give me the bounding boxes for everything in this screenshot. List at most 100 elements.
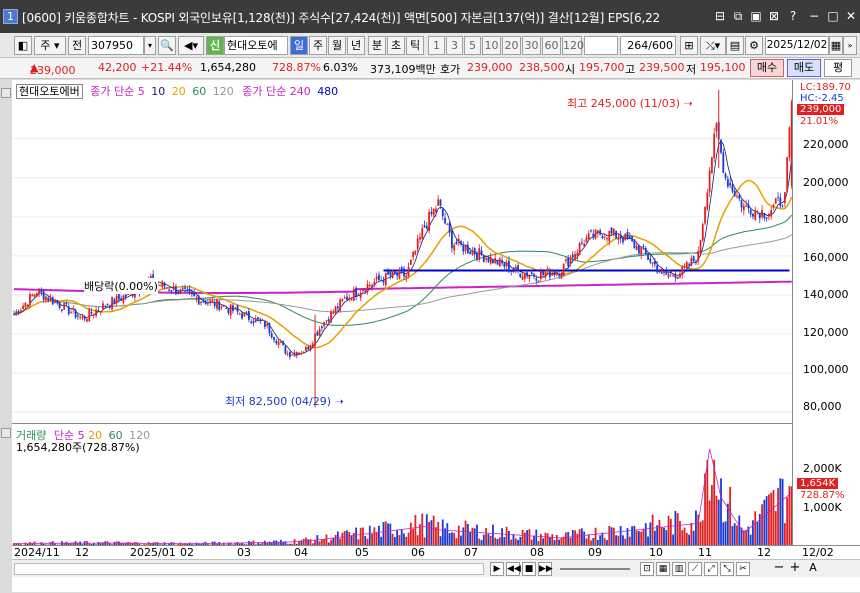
chart-menu-icon[interactable]: ◧ [14,36,32,55]
search-icon[interactable]: 🔍 [158,36,176,55]
candle-body [704,206,706,224]
all-button[interactable]: 전 [68,36,86,55]
candle-body [60,309,63,311]
volume-bar [435,527,437,546]
fast-forward-icon[interactable]: ▶▶ [538,562,553,576]
candle-body [320,326,323,329]
quote-bar: 239,000 ▲ 42,200 +21.44% 1,654,280 728.8… [0,58,860,79]
dock-icon[interactable]: ⊠ [766,8,782,24]
tools-icon[interactable]: ✂ [736,562,750,576]
panel-toggle-icon[interactable] [1,428,11,438]
candle-body [435,208,437,213]
rewind-icon[interactable]: ◀◀ [506,562,521,576]
volume-bar [462,527,465,546]
close-icon[interactable]: ✕ [843,8,859,24]
stop-icon[interactable]: ■ [522,562,536,576]
grid-icon[interactable]: ▦ [656,562,670,576]
scroll-track[interactable] [14,563,484,575]
tab-month[interactable]: 월 [328,36,346,55]
candle-body [432,208,435,216]
candle-body [106,303,109,306]
volume-panel[interactable]: 거래량 단순 5 20 60 120 1,654,280주(728.87%) [12,423,793,546]
candle-body [188,288,191,293]
interval-20[interactable]: 20 [502,36,521,55]
candle-body [444,217,446,224]
zoom-in-icon[interactable]: + [788,561,802,576]
candle-body [227,308,230,313]
zoom-out-icon[interactable]: − [772,561,786,576]
candle-body [596,230,599,233]
candle-body [332,312,335,314]
price-panel[interactable]: 현대오토에버 종가 단순 5 10 20 60 120 종가 단순 240 48… [12,80,793,422]
tab-year[interactable]: 년 [347,36,365,55]
volume-bar [768,494,770,546]
sell-button[interactable]: 매도 [787,59,821,77]
volume-rate: 728.87% [272,61,321,74]
interval-custom-input[interactable] [584,36,618,55]
interval-5[interactable]: 5 [464,36,481,55]
interval-1[interactable]: 1 [428,36,445,55]
window-number-icon[interactable]: 1 [3,9,18,24]
candle-body [339,299,342,311]
crosshair-icon[interactable] [1,88,11,98]
data-count-field[interactable]: 264/600 [620,36,676,55]
candle-body [457,238,460,243]
candle-body [232,305,234,312]
tab-tick[interactable]: 틱 [406,36,424,55]
chart-scrollbar[interactable]: ▶ ◀◀ ■ ▶▶ ⊡ ▦ ▥ ⟋ ⤢ ⤡ ✂ − + A [12,559,860,577]
zoom-slider[interactable] [560,568,630,570]
tab-day[interactable]: 일 [290,36,308,55]
link-icon[interactable]: ⊟ [712,8,728,24]
buy-button[interactable]: 매수 [750,59,784,77]
restore-window-icon[interactable]: ⧉ [730,8,746,24]
scroll-right-icon[interactable]: ▶ [490,562,504,576]
auto-scale-icon[interactable]: A [806,562,820,576]
candle-body [357,294,360,296]
candle-body [79,316,82,318]
bars-icon[interactable]: ▥ [672,562,686,576]
date-axis[interactable]: 2024/11 12 2025/01 02 03 04 05 06 07 08 … [12,545,860,559]
low-label: 저 [686,63,697,76]
interval-3[interactable]: 3 [446,36,463,55]
candle-body [181,288,184,290]
interval-10[interactable]: 10 [482,36,501,55]
code-dropdown-icon[interactable]: ▾ [144,36,156,55]
price-axis[interactable]: LC:189.70 HC:-2.45 239,000 21.01% 220,00… [792,80,860,545]
save-icon[interactable]: ▤ [726,36,744,55]
data-count-value: 264 [627,39,649,52]
candle-body [476,252,478,259]
price-tick: 140,000 [803,288,849,301]
speaker-icon[interactable]: ◀▾ [178,36,204,55]
minimize-icon[interactable]: − [806,8,822,24]
type-select[interactable]: 주 ▾ [34,36,66,55]
drawing-tools-icon[interactable]: ⤯▾ [700,36,726,55]
chart-type-icon[interactable]: ⊞ [680,36,698,55]
interval-120[interactable]: 120 [562,36,584,55]
evaluation-button[interactable]: 평 [824,59,852,77]
fit-icon[interactable]: ⊡ [640,562,654,576]
candle-body [190,292,193,295]
volume-bar [649,522,652,546]
stock-code-input[interactable]: 307950 [88,36,144,55]
date-input[interactable]: 2025/12/02 [765,36,829,55]
settings-icon[interactable]: ⚙ [745,36,763,55]
tab-second[interactable]: 초 [387,36,405,55]
stock-name-label[interactable]: 현대오토에버 [16,84,83,99]
more-icon[interactable]: » [843,36,857,55]
maximize-icon[interactable]: □ [825,8,841,24]
tab-minute[interactable]: 분 [368,36,386,55]
candle-body [118,293,120,300]
zoom-out-small-icon[interactable]: ⤡ [720,562,734,576]
interval-30[interactable]: 30 [522,36,541,55]
pin-icon[interactable]: ▣ [748,8,764,24]
interval-60[interactable]: 60 [542,36,561,55]
calendar-icon[interactable]: ▦ [829,36,843,55]
candle-body [364,290,367,292]
tab-week[interactable]: 주 [309,36,327,55]
draw-line-icon[interactable]: ⟋ [688,562,702,576]
candle-body [455,241,458,245]
candle-body [341,299,344,301]
help-icon[interactable]: ? [785,8,801,24]
chart-area[interactable]: 현대오토에버 종가 단순 5 10 20 60 120 종가 단순 240 48… [12,80,860,592]
trend-icon[interactable]: ⤢ [704,562,718,576]
